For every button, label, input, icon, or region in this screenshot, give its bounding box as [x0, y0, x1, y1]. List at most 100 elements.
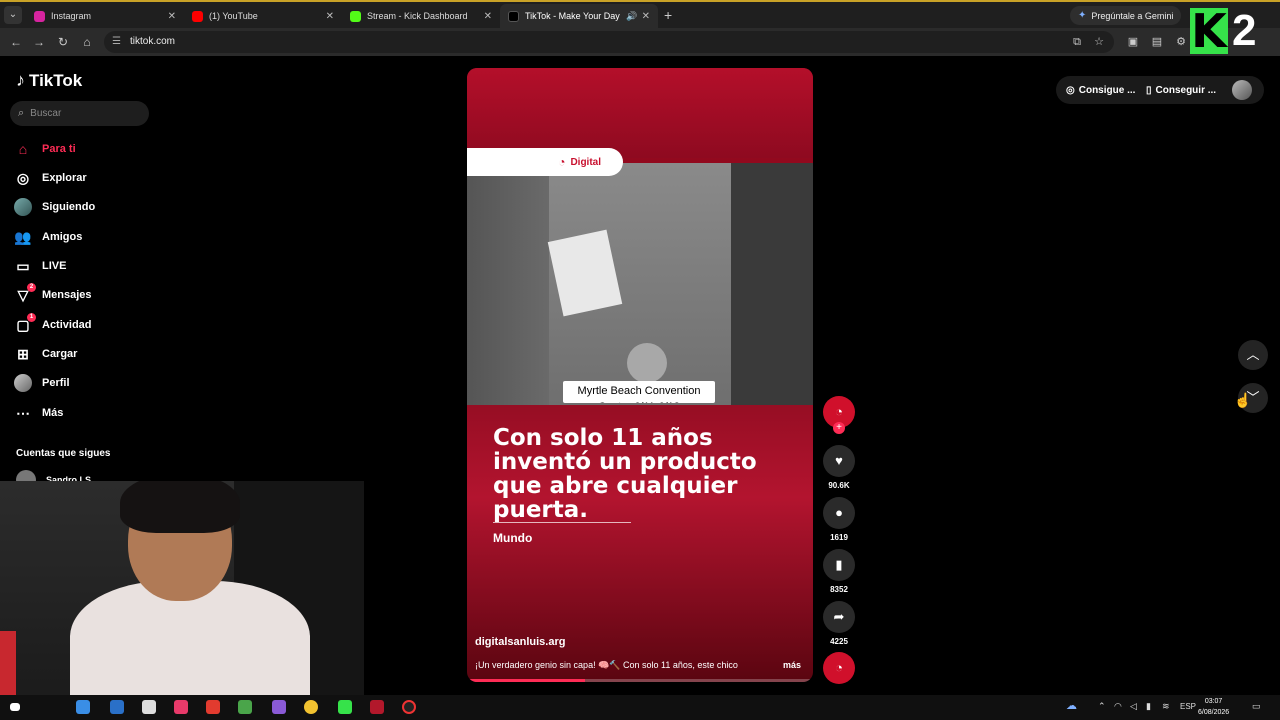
close-icon[interactable]: ✕: [642, 11, 650, 22]
follow-plus-icon[interactable]: +: [833, 422, 845, 434]
forward-icon[interactable]: →: [31, 34, 47, 50]
bookmark-star-icon[interactable]: ☆: [1092, 35, 1106, 49]
tab-instagram[interactable]: Instagram ✕: [26, 4, 184, 28]
sidebar-item-label: Explorar: [42, 172, 87, 184]
tab-tiktok[interactable]: TikTok - Make Your Day 🔊 ✕: [500, 4, 658, 28]
weather-icon[interactable]: ☁: [1066, 699, 1077, 712]
chevron-up-icon[interactable]: ⌃: [1098, 701, 1106, 712]
language-indicator[interactable]: ESP: [1180, 702, 1196, 711]
video-top-band: [467, 68, 813, 158]
install-icon[interactable]: ⧉: [1070, 35, 1084, 49]
notifications-icon[interactable]: ▭: [1252, 701, 1261, 712]
sidebar-item-mas[interactable]: ⋯ Más: [14, 402, 63, 424]
sidebar-item-cargar[interactable]: ⊞ Cargar: [14, 343, 77, 365]
taskbar-app-icon[interactable]: [238, 700, 252, 714]
share-icon[interactable]: ➦: [823, 601, 855, 633]
wifi-icon[interactable]: ≋: [1162, 701, 1170, 712]
back-icon[interactable]: ←: [8, 34, 24, 50]
get-app-button[interactable]: ▯ Conseguir ...: [1146, 78, 1216, 102]
start-icon[interactable]: [10, 703, 20, 711]
speaker-icon[interactable]: 🔊: [626, 11, 637, 22]
video-clip: [467, 163, 813, 405]
gemini-button[interactable]: ✦ Pregúntale a Gemini: [1070, 6, 1182, 25]
avatar[interactable]: [1232, 80, 1252, 100]
webcam-hair: [120, 481, 240, 533]
close-icon[interactable]: ✕: [168, 11, 176, 22]
tab-youtube[interactable]: (1) YouTube ✕: [184, 4, 342, 28]
tiktok-note-icon: ♪: [16, 70, 25, 90]
window-icon[interactable]: ▤: [1150, 35, 1164, 49]
chrome-icon[interactable]: [304, 700, 318, 714]
activity-badge: 1: [27, 313, 36, 322]
video-progress-bar[interactable]: [467, 679, 813, 682]
network-icon[interactable]: ◠: [1114, 701, 1122, 712]
avatar-icon: [14, 198, 32, 216]
taskbar-app-icon[interactable]: [338, 700, 352, 714]
extension-icon[interactable]: ▣: [1126, 35, 1140, 49]
webcam-overlay: [0, 481, 364, 701]
video-author[interactable]: digitalsanluis.arg: [475, 636, 565, 648]
sidebar-item-live[interactable]: ▭ LIVE: [14, 255, 66, 277]
url-text: tiktok.com: [130, 36, 176, 47]
following-heading: Cuentas que sigues: [16, 448, 111, 459]
clock[interactable]: 03:07 6/08/2026: [1198, 696, 1229, 718]
more-button[interactable]: más: [783, 660, 801, 670]
windows-taskbar: ☁ ⌃ ◠ ◁ ▮ ≋ ESP 03:07 6/08/2026 ▭: [0, 695, 1280, 720]
messages-icon: ▽ 2: [14, 283, 36, 304]
sidebar-item-explorar[interactable]: ◎ Explorar: [14, 167, 87, 189]
close-icon[interactable]: ✕: [326, 11, 334, 22]
sidebar-item-actividad[interactable]: ▢ 1 Actividad: [14, 313, 92, 336]
taskbar-app-icon[interactable]: [370, 700, 384, 714]
tab-title: TikTok - Make Your Day: [525, 11, 620, 21]
sidebar-item-mensajes[interactable]: ▽ 2 Mensajes: [14, 283, 92, 306]
comment-icon[interactable]: ●: [823, 497, 855, 529]
sidebar-item-siguiendo[interactable]: Siguiendo: [14, 196, 95, 218]
clip-doorknob: [627, 343, 667, 383]
tab-kick[interactable]: Stream - Kick Dashboard ✕: [342, 4, 500, 28]
share-action[interactable]: ➦ 4225: [823, 601, 855, 646]
comment-action[interactable]: ● 1619: [823, 497, 855, 542]
compass-icon: ◎: [16, 170, 30, 186]
site-info-icon[interactable]: ☰: [112, 31, 121, 53]
instagram-icon: [34, 10, 45, 22]
sidebar-item-amigos[interactable]: 👥 Amigos: [14, 226, 82, 248]
taskbar-app-icon[interactable]: [142, 700, 156, 714]
video-brand-pill: ◔ Digital: [467, 148, 623, 176]
taskbar-app-icon[interactable]: [272, 700, 286, 714]
previous-video-button[interactable]: ︿: [1238, 340, 1268, 370]
coin-icon: ◎: [1066, 84, 1075, 96]
search-input[interactable]: ⌕ Buscar: [10, 101, 149, 126]
sound-disc[interactable]: ◔: [823, 652, 855, 684]
bookmark-icon[interactable]: ▮: [823, 549, 855, 581]
taskbar-app-icon[interactable]: [174, 700, 188, 714]
sidebar-item-perfil[interactable]: Perfil: [14, 372, 70, 394]
heart-icon[interactable]: ♥: [823, 445, 855, 477]
video-player[interactable]: ◔ Digital Myrtle Beach Convention Center…: [467, 68, 813, 682]
puzzle-icon[interactable]: ⚙: [1174, 35, 1188, 49]
brand-name: TikTok: [29, 70, 83, 90]
volume-icon[interactable]: ◁: [1130, 701, 1137, 712]
sidebar-item-para-ti[interactable]: ⌂ Para ti: [14, 138, 76, 160]
music-disc-icon[interactable]: ◔: [823, 652, 855, 684]
address-bar[interactable]: ☰ tiktok.com: [104, 31, 1114, 53]
taskbar-app-icon[interactable]: [110, 700, 124, 714]
tab-search-icon[interactable]: ⌄: [4, 6, 22, 24]
sidebar-item-label: Para ti: [42, 143, 76, 155]
taskbar-app-icon[interactable]: [206, 700, 220, 714]
close-icon[interactable]: ✕: [484, 11, 492, 22]
like-action[interactable]: ♥ 90.6K: [823, 445, 855, 490]
obs-icon[interactable]: [402, 700, 416, 714]
new-tab-icon[interactable]: +: [664, 7, 672, 23]
tiktok-logo[interactable]: ♪ TikTok: [16, 70, 82, 91]
youtube-icon: [192, 10, 203, 22]
save-action[interactable]: ▮ 8352: [823, 549, 855, 594]
taskbar-app-icon[interactable]: [76, 700, 90, 714]
reload-icon[interactable]: ↻: [55, 34, 71, 50]
microphone-icon[interactable]: ▮: [1146, 701, 1151, 712]
overlay-number: 2: [1232, 6, 1257, 55]
get-coins-button[interactable]: ◎ Consigue ...: [1066, 78, 1135, 102]
creator-avatar[interactable]: ◔ +: [823, 396, 855, 434]
home-icon[interactable]: ⌂: [79, 34, 95, 50]
creator-avatar-button[interactable]: ◔ +: [823, 396, 855, 434]
search-placeholder: Buscar: [30, 108, 62, 119]
